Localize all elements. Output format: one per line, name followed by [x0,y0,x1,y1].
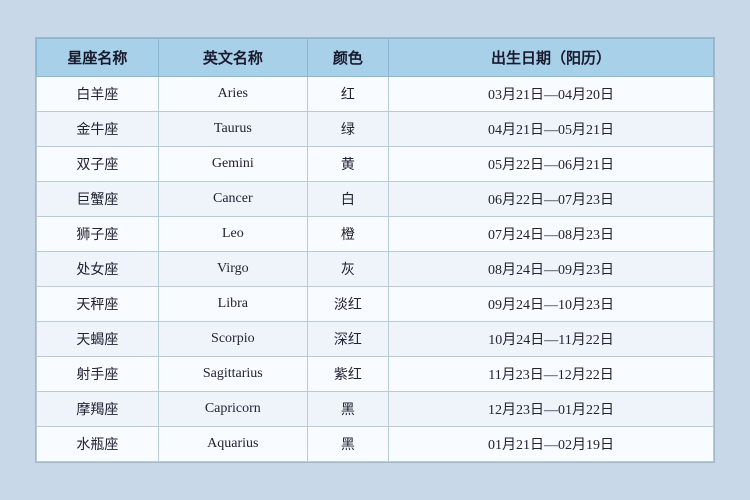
table-row: 狮子座Leo橙07月24日—08月23日 [37,217,714,252]
cell-date: 04月21日—05月21日 [389,112,714,147]
cell-en: Virgo [158,252,307,287]
cell-en: Scorpio [158,322,307,357]
cell-en: Gemini [158,147,307,182]
cell-date: 01月21日—02月19日 [389,427,714,462]
cell-zh: 射手座 [37,357,159,392]
table-row: 处女座Virgo灰08月24日—09月23日 [37,252,714,287]
cell-date: 08月24日—09月23日 [389,252,714,287]
cell-color: 灰 [307,252,388,287]
zodiac-table-container: 星座名称 英文名称 颜色 出生日期（阳历） 白羊座Aries红03月21日—04… [35,37,715,463]
cell-date: 09月24日—10月23日 [389,287,714,322]
cell-en: Cancer [158,182,307,217]
table-row: 白羊座Aries红03月21日—04月20日 [37,77,714,112]
cell-date: 10月24日—11月22日 [389,322,714,357]
table-row: 摩羯座Capricorn黑12月23日—01月22日 [37,392,714,427]
cell-zh: 水瓶座 [37,427,159,462]
cell-color: 绿 [307,112,388,147]
cell-zh: 摩羯座 [37,392,159,427]
table-row: 双子座Gemini黄05月22日—06月21日 [37,147,714,182]
cell-date: 11月23日—12月22日 [389,357,714,392]
table-row: 天秤座Libra淡红09月24日—10月23日 [37,287,714,322]
cell-color: 紫红 [307,357,388,392]
cell-color: 淡红 [307,287,388,322]
cell-zh: 天秤座 [37,287,159,322]
cell-color: 黄 [307,147,388,182]
cell-en: Capricorn [158,392,307,427]
cell-en: Aries [158,77,307,112]
cell-date: 03月21日—04月20日 [389,77,714,112]
cell-zh: 巨蟹座 [37,182,159,217]
cell-zh: 白羊座 [37,77,159,112]
table-body: 白羊座Aries红03月21日—04月20日金牛座Taurus绿04月21日—0… [37,77,714,462]
header-date: 出生日期（阳历） [389,39,714,77]
cell-color: 深红 [307,322,388,357]
table-header-row: 星座名称 英文名称 颜色 出生日期（阳历） [37,39,714,77]
cell-en: Taurus [158,112,307,147]
cell-date: 06月22日—07月23日 [389,182,714,217]
cell-color: 黑 [307,427,388,462]
cell-en: Leo [158,217,307,252]
header-en: 英文名称 [158,39,307,77]
table-row: 水瓶座Aquarius黑01月21日—02月19日 [37,427,714,462]
cell-date: 12月23日—01月22日 [389,392,714,427]
header-zh: 星座名称 [37,39,159,77]
cell-zh: 狮子座 [37,217,159,252]
cell-date: 05月22日—06月21日 [389,147,714,182]
cell-zh: 处女座 [37,252,159,287]
cell-date: 07月24日—08月23日 [389,217,714,252]
cell-zh: 双子座 [37,147,159,182]
cell-color: 橙 [307,217,388,252]
table-row: 金牛座Taurus绿04月21日—05月21日 [37,112,714,147]
cell-color: 黑 [307,392,388,427]
cell-en: Sagittarius [158,357,307,392]
cell-zh: 金牛座 [37,112,159,147]
table-row: 巨蟹座Cancer白06月22日—07月23日 [37,182,714,217]
header-color: 颜色 [307,39,388,77]
zodiac-table: 星座名称 英文名称 颜色 出生日期（阳历） 白羊座Aries红03月21日—04… [36,38,714,462]
cell-zh: 天蝎座 [37,322,159,357]
table-row: 天蝎座Scorpio深红10月24日—11月22日 [37,322,714,357]
cell-en: Libra [158,287,307,322]
cell-en: Aquarius [158,427,307,462]
cell-color: 白 [307,182,388,217]
table-row: 射手座Sagittarius紫红11月23日—12月22日 [37,357,714,392]
cell-color: 红 [307,77,388,112]
